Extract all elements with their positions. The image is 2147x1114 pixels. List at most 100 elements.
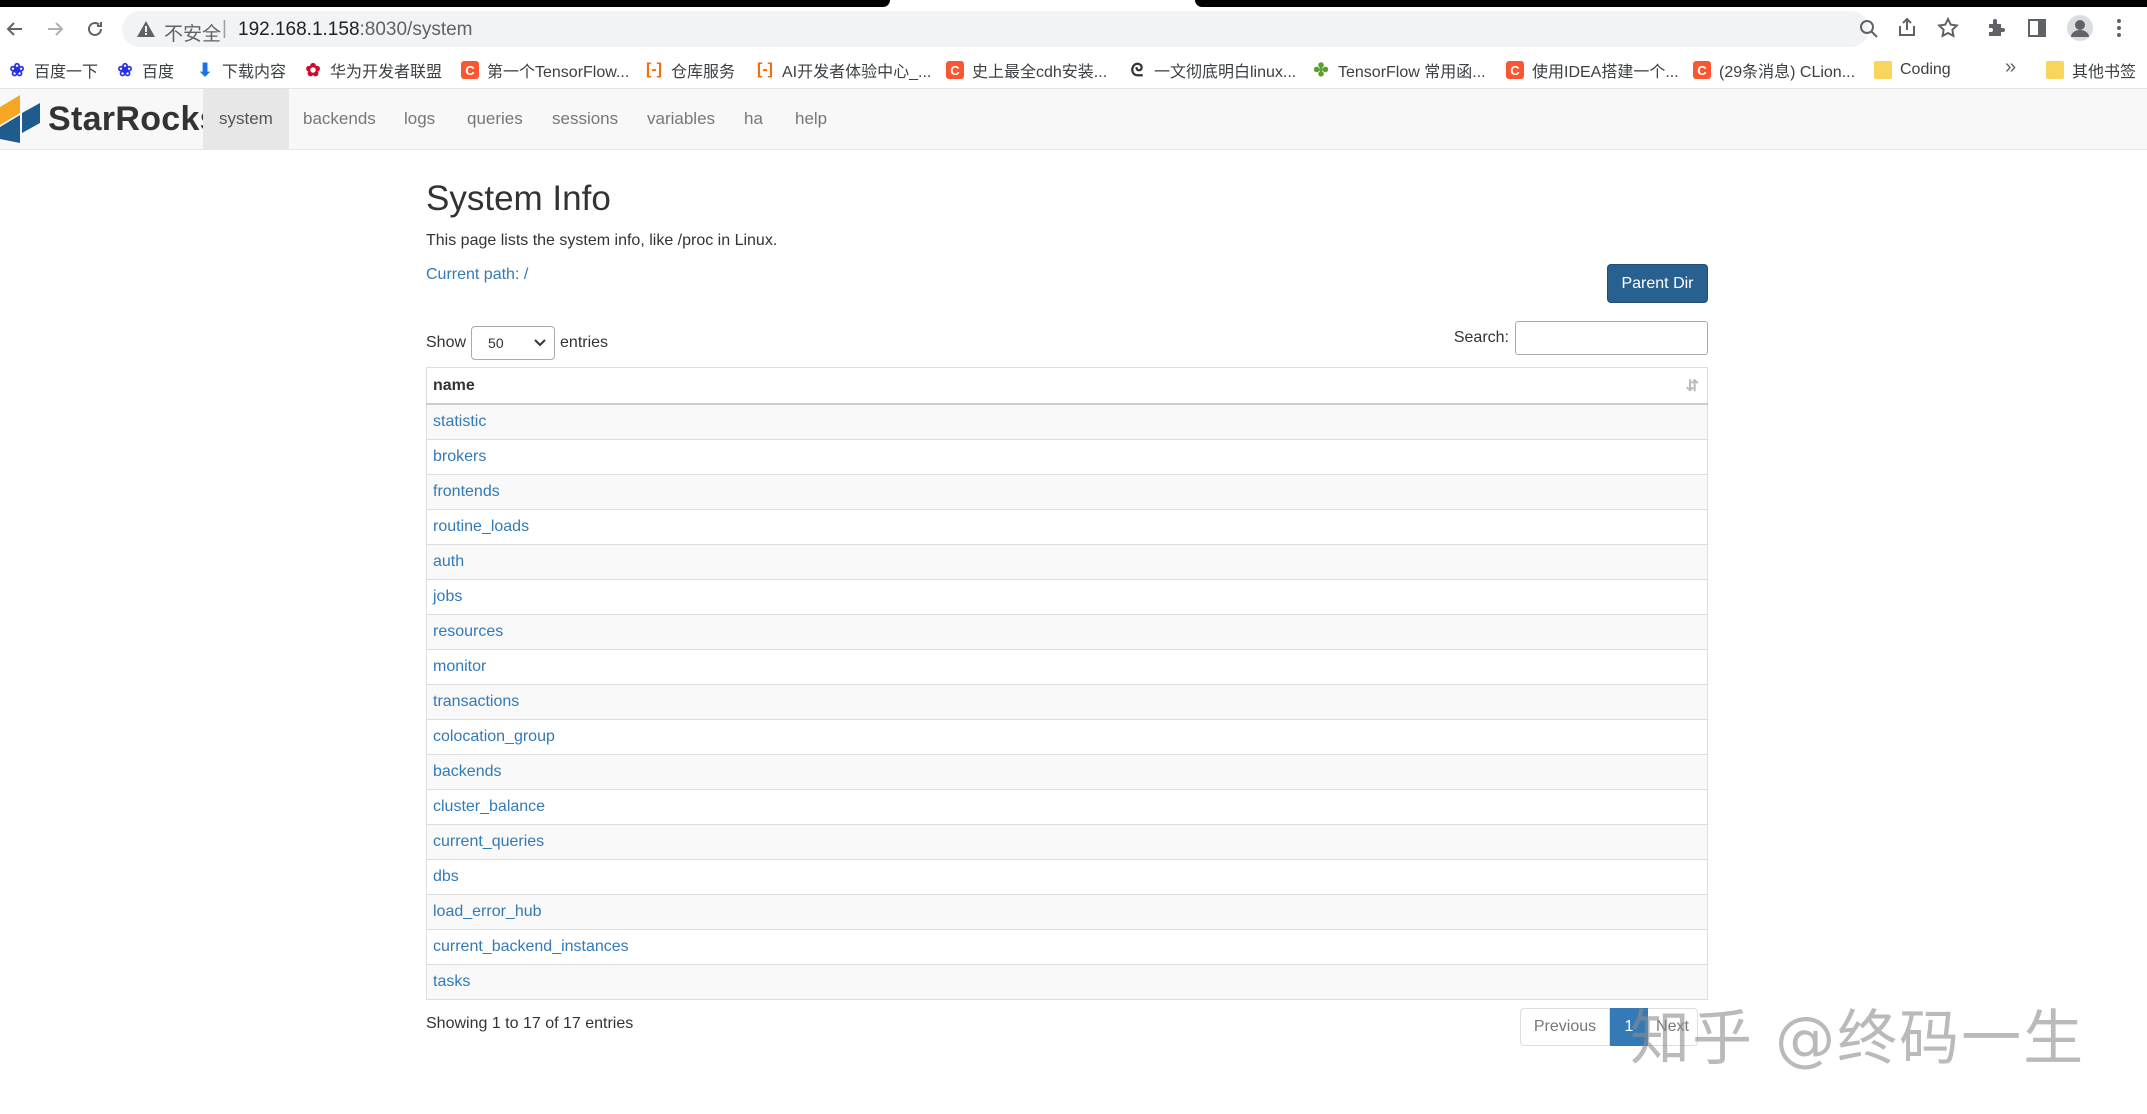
table-cell-name: tasks: [426, 964, 1708, 1000]
tab-variables[interactable]: variables: [631, 89, 731, 149]
table-row: statistic: [426, 403, 1708, 440]
row-link[interactable]: current_queries: [433, 833, 544, 850]
table-row: current_backend_instances: [426, 929, 1708, 965]
row-link[interactable]: brokers: [433, 448, 486, 465]
bookmark-item[interactable]: Coding: [1874, 59, 1951, 81]
forward-button[interactable]: [40, 14, 70, 44]
tab-queries[interactable]: queries: [451, 89, 539, 149]
profile-avatar-icon[interactable]: [2066, 14, 2094, 42]
bookmark-item[interactable]: ✤ TensorFlow 常用函...: [1312, 59, 1485, 82]
row-link[interactable]: routine_loads: [433, 518, 529, 535]
row-link[interactable]: statistic: [433, 413, 486, 430]
window-top-strip: [0, 0, 2147, 8]
table-cell-name: monitor: [426, 649, 1708, 685]
tab-sessions[interactable]: sessions: [536, 89, 634, 149]
bookmark-item[interactable]: [-] AI开发者体验中心_...: [756, 59, 931, 81]
search-input[interactable]: [1515, 321, 1708, 355]
chevron-down-icon: [534, 339, 546, 347]
page-length-select[interactable]: 50: [471, 326, 556, 360]
address-bar[interactable]: 不安全 | 192.168.1.158:8030/system: [122, 11, 1878, 47]
page-length-control: Show 50 entries: [426, 326, 608, 360]
row-link[interactable]: backends: [433, 763, 502, 780]
row-link[interactable]: current_backend_instances: [433, 938, 629, 955]
huawei-icon: ✿: [305, 59, 321, 80]
bookmark-label: 史上最全cdh安装...: [972, 64, 1108, 81]
bookmark-label: 百度: [142, 64, 175, 81]
url-text[interactable]: 192.168.1.158:8030/system: [238, 19, 473, 41]
bookmark-label: 其他书签: [2072, 64, 2137, 81]
table-cell-name: current_backend_instances: [426, 929, 1708, 965]
starrocks-logo-icon: [0, 95, 40, 143]
bookmark-star-icon[interactable]: [1936, 16, 1960, 40]
parent-dir-button[interactable]: Parent Dir: [1607, 264, 1708, 303]
previous-page-button[interactable]: Previous: [1520, 1008, 1610, 1046]
tab-system[interactable]: system: [203, 89, 289, 149]
bookmark-item[interactable]: 其他书签: [2046, 59, 2136, 81]
bookmark-item[interactable]: ❀ 百度一下: [8, 59, 98, 82]
reload-button[interactable]: [80, 14, 110, 44]
bookmark-item[interactable]: ❀ 百度: [116, 59, 175, 82]
table-cell-name: auth: [426, 544, 1708, 580]
bookmark-label: 第一个TensorFlow...: [487, 64, 630, 81]
row-link[interactable]: dbs: [433, 868, 459, 885]
table-row: cluster_balance: [426, 789, 1708, 825]
row-link[interactable]: frontends: [433, 483, 500, 500]
table-row: frontends: [426, 474, 1708, 510]
row-link[interactable]: resources: [433, 623, 503, 640]
page-length-value: 50: [488, 335, 504, 351]
row-link[interactable]: transactions: [433, 693, 519, 710]
bookmark-label: (29条消息) CLion...: [1719, 64, 1856, 81]
side-panel-icon[interactable]: [2025, 16, 2049, 40]
tab-strip-right: [1195, 0, 2147, 7]
reload-icon: [88, 21, 102, 36]
system-table: name ⇵ statistic brokers frontends routine_l…: [426, 367, 1708, 1000]
current-path: Current path: /: [426, 266, 529, 283]
table-row: monitor: [426, 649, 1708, 685]
extensions-puzzle-icon[interactable]: [1985, 16, 2009, 40]
row-link[interactable]: monitor: [433, 658, 486, 675]
bookmarks-overflow-chevron[interactable]: »: [2005, 56, 2016, 79]
table-row: transactions: [426, 684, 1708, 720]
bookmark-item[interactable]: ✿ 华为开发者联盟: [304, 59, 442, 82]
bookmark-item[interactable]: [-] 仓库服务: [645, 59, 735, 81]
share-icon[interactable]: [1895, 16, 1919, 40]
row-link[interactable]: auth: [433, 553, 464, 570]
column-header-name[interactable]: name ⇵: [426, 367, 1708, 405]
table-info: Showing 1 to 17 of 17 entries: [426, 1015, 634, 1032]
table-cell-name: transactions: [426, 684, 1708, 720]
bookmark-item[interactable]: C 史上最全cdh安装...: [946, 59, 1107, 81]
baidu-paw-icon: ❀: [9, 59, 25, 80]
bookmark-item[interactable]: ⬇ 下载内容: [196, 59, 286, 82]
bookmark-item[interactable]: ᘓ 一文彻底明白linux...: [1128, 59, 1297, 82]
table-cell-name: cluster_balance: [426, 789, 1708, 825]
row-link[interactable]: jobs: [433, 588, 462, 605]
browser-menu-icon[interactable]: [2107, 16, 2131, 40]
insecure-label[interactable]: 不安全: [164, 19, 221, 46]
zoom-icon[interactable]: [1857, 17, 1881, 41]
url-separator: |: [222, 18, 227, 39]
tab-logs[interactable]: logs: [388, 89, 451, 149]
table-row: current_queries: [426, 824, 1708, 860]
brand-name: StarRocks: [48, 99, 219, 138]
tab-backends[interactable]: backends: [287, 89, 392, 149]
bookmarks-bar: ❀ 百度一下 ❀ 百度 ⬇ 下载内容 ✿ 华为开发者联盟 C 第一个TensorFlow.…: [0, 52, 2147, 89]
table-cell-name: dbs: [426, 859, 1708, 895]
row-link[interactable]: tasks: [433, 973, 470, 990]
row-link[interactable]: cluster_balance: [433, 798, 545, 815]
folder-icon: [1874, 61, 1892, 79]
row-link[interactable]: colocation_group: [433, 728, 555, 745]
tab-help[interactable]: help: [779, 89, 843, 149]
aliyun-icon: [-]: [757, 61, 773, 78]
row-link[interactable]: load_error_hub: [433, 903, 542, 920]
brand-logo[interactable]: StarRocks: [0, 95, 219, 143]
bookmark-item[interactable]: C 使用IDEA搭建一个...: [1506, 59, 1679, 81]
table-row: jobs: [426, 579, 1708, 615]
back-button[interactable]: [0, 14, 30, 44]
tab-ha[interactable]: ha: [728, 89, 779, 149]
bookmark-item[interactable]: C 第一个TensorFlow...: [461, 59, 629, 81]
bookmark-label: 使用IDEA搭建一个...: [1532, 64, 1679, 81]
bookmark-item[interactable]: C (29条消息) CLion...: [1693, 59, 1855, 81]
app-navbar: StarRocks system backends logs queries s…: [0, 89, 2147, 150]
zhihu-icon: ᘓ: [1130, 59, 1144, 80]
table-row: dbs: [426, 859, 1708, 895]
